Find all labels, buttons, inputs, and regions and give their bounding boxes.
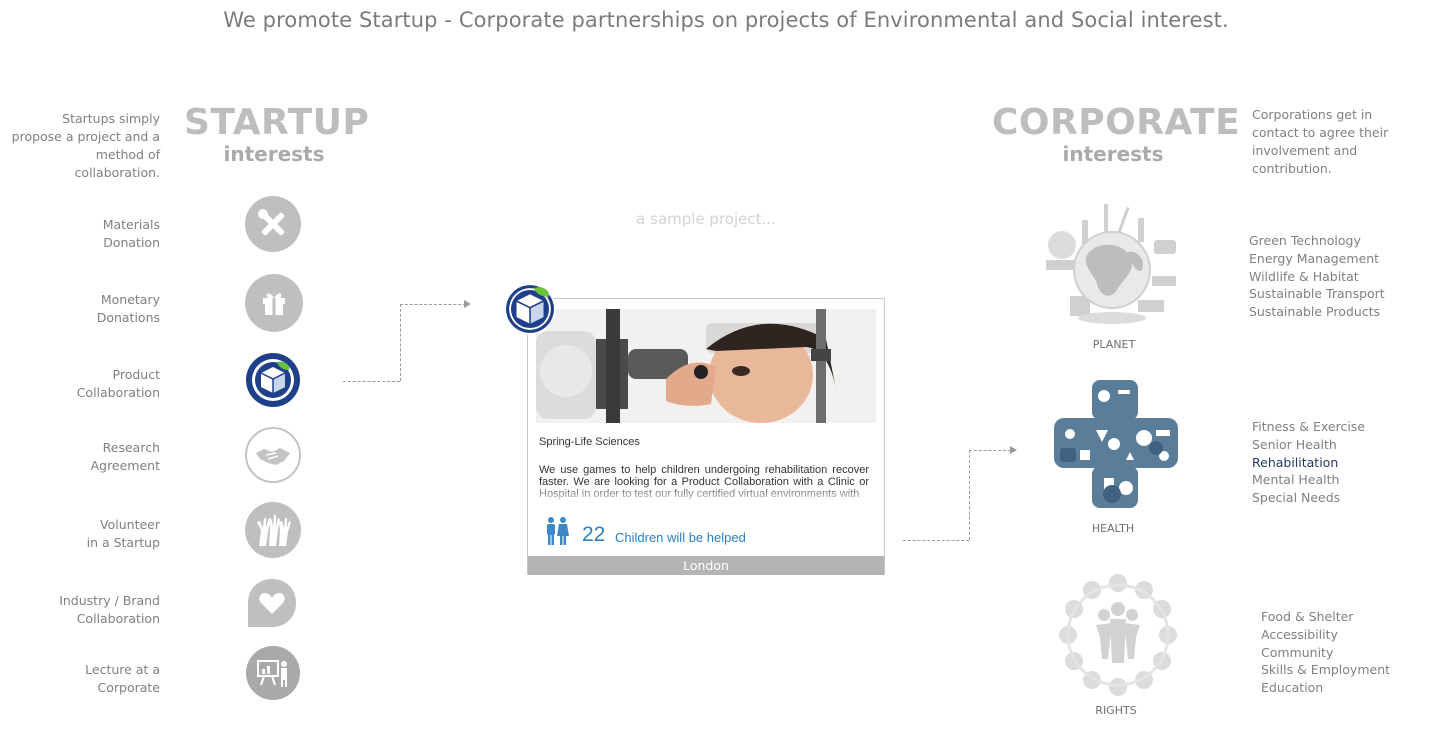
arrow-right-icon xyxy=(464,300,471,308)
interest-item[interactable]: Education xyxy=(1261,679,1390,697)
corporate-subtitle: interests xyxy=(1062,142,1164,166)
connector-line xyxy=(903,540,969,541)
presentation-icon[interactable] xyxy=(246,646,300,700)
health-interest-list: Fitness & Exercise Senior Health Rehabil… xyxy=(1252,418,1365,507)
corporate-intro: Corporations get in contact to agree the… xyxy=(1252,107,1389,176)
connector-line xyxy=(969,450,970,540)
interest-item[interactable]: Senior Health xyxy=(1252,436,1365,454)
handshake-icon[interactable] xyxy=(245,427,301,483)
beneficiary-label: Children will be helped xyxy=(615,530,746,545)
startup-item-label: Monetary Donations xyxy=(96,292,160,325)
heart-bubble-icon[interactable] xyxy=(246,577,298,629)
page-headline: We promote Startup - Corporate partnersh… xyxy=(223,8,1229,32)
interest-item[interactable]: Wildlife & Habitat xyxy=(1249,268,1385,286)
arrow-right-icon xyxy=(1010,446,1017,454)
people-circle-icon xyxy=(1056,573,1180,697)
interest-item[interactable]: Food & Shelter xyxy=(1261,608,1390,626)
interest-item[interactable]: Sustainable Transport xyxy=(1249,285,1385,303)
interest-item[interactable]: Sustainable Products xyxy=(1249,303,1385,321)
planet-interest-list: Green Technology Energy Management Wildl… xyxy=(1249,232,1385,321)
category-label-planet: PLANET xyxy=(1092,338,1136,351)
startup-title: STARTUP xyxy=(184,102,370,143)
connector-line xyxy=(400,304,401,381)
startup-subtitle: interests xyxy=(223,142,325,166)
tools-icon[interactable] xyxy=(245,196,301,252)
interest-item[interactable]: Fitness & Exercise xyxy=(1252,418,1365,436)
interest-item[interactable]: Accessibility xyxy=(1261,626,1390,644)
startup-item-label: Research Agreement xyxy=(90,440,160,473)
sample-caption: a sample project... xyxy=(636,210,776,228)
corporate-title: CORPORATE xyxy=(992,102,1241,143)
startup-intro: Startups simply propose a project and a … xyxy=(11,111,160,180)
beneficiary-count: 22 xyxy=(582,523,606,546)
interest-item[interactable]: Skills & Employment xyxy=(1261,661,1390,679)
startup-item-label: Product Collaboration xyxy=(76,367,160,400)
interest-item[interactable]: Community xyxy=(1261,644,1390,662)
health-cross-icon xyxy=(1052,378,1180,510)
raised-hands-icon[interactable] xyxy=(245,502,301,558)
gift-icon[interactable] xyxy=(245,274,303,332)
category-label-rights: RIGHTS xyxy=(1095,704,1137,717)
interest-item[interactable]: Energy Management xyxy=(1249,250,1385,268)
connector-line xyxy=(969,450,1011,451)
startup-item-label: Lecture at a Corporate xyxy=(85,662,160,695)
project-description: We use games to help children undergoing… xyxy=(539,464,869,500)
startup-item-label: Volunteer in a Startup xyxy=(86,517,160,550)
interest-item-selected[interactable]: Rehabilitation xyxy=(1252,454,1365,472)
connector-line xyxy=(400,304,466,305)
project-photo xyxy=(536,309,876,423)
rights-interest-list: Food & Shelter Accessibility Community S… xyxy=(1261,608,1390,697)
startup-item-label: Industry / Brand Collaboration xyxy=(59,593,160,626)
people-icon xyxy=(544,516,570,546)
project-company: Spring-Life Sciences xyxy=(539,436,640,448)
interest-item[interactable]: Special Needs xyxy=(1252,489,1365,507)
interest-item[interactable]: Green Technology xyxy=(1249,232,1385,250)
box-cube-icon[interactable] xyxy=(246,353,300,407)
project-location: London xyxy=(528,556,884,575)
category-label-health: HEALTH xyxy=(1091,522,1135,535)
interest-item[interactable]: Mental Health xyxy=(1252,471,1365,489)
project-card[interactable]: Spring-Life Sciences We use games to hel… xyxy=(504,283,885,575)
connector-line xyxy=(343,381,400,382)
startup-item-label: Materials Donation xyxy=(102,217,160,250)
product-collaboration-badge-icon xyxy=(503,282,557,336)
globe-icon xyxy=(1042,200,1182,335)
